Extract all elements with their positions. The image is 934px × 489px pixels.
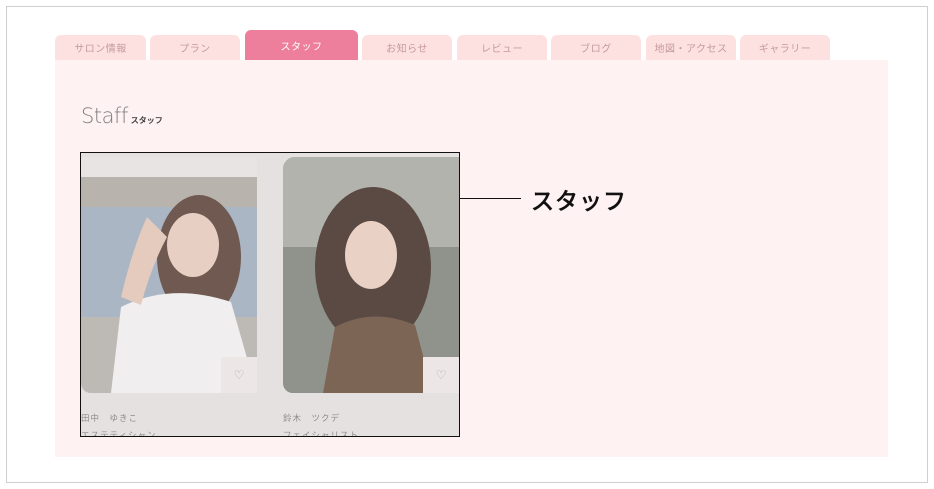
salon-tab-bar: サロン情報 プラン スタッフ お知らせ レビュー ブログ 地図・アクセス ギャラ… bbox=[55, 30, 888, 60]
staff-role: エステティシャン bbox=[81, 431, 157, 437]
tab-gallery[interactable]: ギャラリー bbox=[740, 35, 830, 60]
staff-name: 田中 ゆきこ bbox=[81, 414, 139, 424]
staff-highlight-box: ♡ 田中 ゆきこ エステティシャン ♡ 鈴木 ツクデ フェイシャリスト bbox=[80, 152, 460, 437]
heart-icon: ♡ bbox=[435, 368, 447, 382]
callout-line bbox=[460, 198, 521, 199]
staff-name: 鈴木 ツクデ bbox=[283, 414, 341, 424]
tab-map-access[interactable]: 地図・アクセス bbox=[646, 35, 736, 60]
tab-plan[interactable]: プラン bbox=[150, 35, 240, 60]
staff-photo[interactable]: ♡ bbox=[81, 157, 257, 393]
staff-role: フェイシャリスト bbox=[283, 431, 360, 437]
tab-review[interactable]: レビュー bbox=[457, 35, 547, 60]
staff-photo[interactable]: ♡ bbox=[283, 157, 459, 393]
tab-salon-info[interactable]: サロン情報 bbox=[55, 35, 146, 60]
section-title-en: Staff bbox=[81, 104, 128, 128]
section-heading: Staff スタッフ bbox=[81, 104, 163, 128]
heart-icon: ♡ bbox=[233, 368, 245, 382]
tab-news[interactable]: お知らせ bbox=[362, 35, 452, 60]
tab-blog[interactable]: ブログ bbox=[551, 35, 641, 60]
tab-staff[interactable]: スタッフ bbox=[245, 30, 358, 60]
callout-label: スタッフ bbox=[531, 189, 627, 215]
favorite-button[interactable]: ♡ bbox=[423, 357, 459, 393]
favorite-button[interactable]: ♡ bbox=[221, 357, 257, 393]
section-title-jp: スタッフ bbox=[130, 116, 163, 125]
